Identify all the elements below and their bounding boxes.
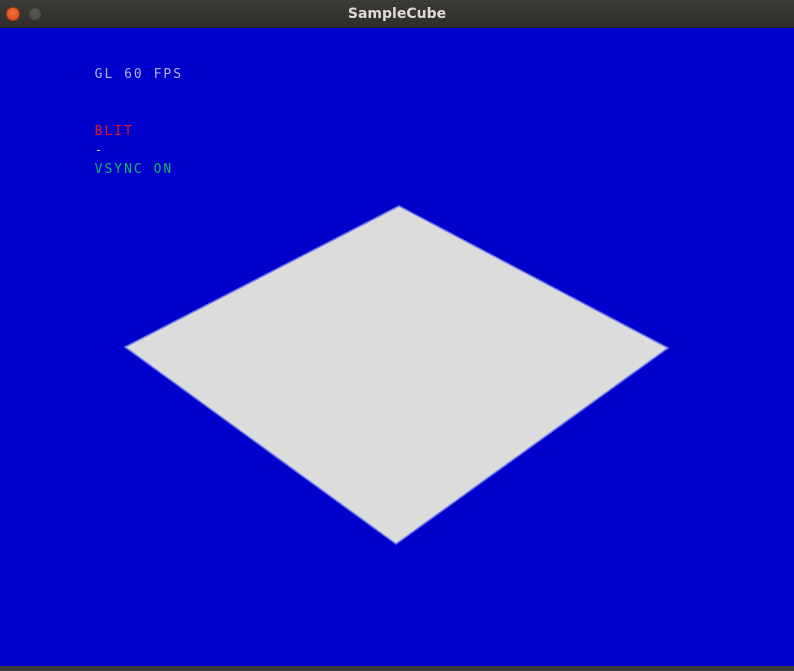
cube-plane	[123, 205, 670, 545]
render-status: BLIT - VSYNC ON	[16, 103, 183, 198]
fps-readout: GL 60 FPS	[16, 46, 183, 103]
gl-viewport[interactable]: GL 60 FPS BLIT - VSYNC ON	[0, 28, 794, 666]
mode-text: BLIT	[94, 124, 134, 139]
title-bar[interactable]: SampleCube	[0, 0, 794, 28]
app-window: SampleCube GL 60 FPS BLIT - VSYNC ON	[0, 0, 794, 671]
vsync-text: VSYNC ON	[94, 162, 174, 177]
window-bottom-border	[0, 666, 794, 671]
window-title: SampleCube	[347, 6, 447, 22]
hud-overlay: GL 60 FPS BLIT - VSYNC ON	[16, 46, 183, 198]
fps-text: GL 60 FPS	[94, 67, 184, 82]
separator-text: -	[94, 143, 105, 158]
